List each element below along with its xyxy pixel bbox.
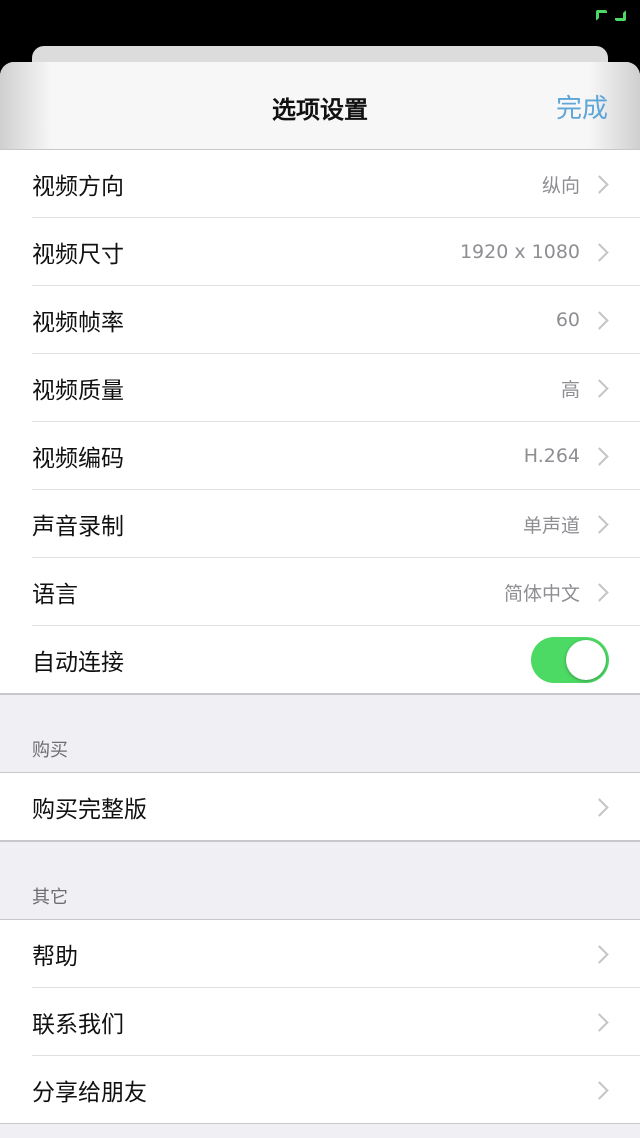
row-value: 高 (560, 378, 580, 401)
row-label: 视频质量 (32, 378, 124, 404)
row-label: 购买完整版 (32, 797, 147, 823)
row-value: 单声道 (522, 514, 580, 537)
row-label: 视频尺寸 (32, 242, 124, 268)
row-label: 联系我们 (32, 1012, 124, 1038)
row-label: 视频帧率 (32, 310, 124, 336)
settings-row-buy-full-version[interactable]: 购买完整版 (0, 773, 640, 841)
toggle-knob (566, 640, 606, 680)
screen-record-icon (596, 8, 626, 22)
chevron-right-icon (590, 514, 609, 534)
settings-row-contact-us[interactable]: 联系我们 (0, 988, 640, 1056)
navigation-bar: 选项设置 完成 (0, 62, 640, 150)
row-label: 视频编码 (32, 446, 124, 472)
chevron-right-icon (590, 944, 609, 964)
settings-row-orientation[interactable]: 视频方向 纵向 (0, 150, 640, 218)
row-label: 声音录制 (32, 514, 124, 540)
section-header-other: 其它 (0, 841, 640, 919)
other-group: 帮助 联系我们 分享给朋友 (0, 919, 640, 1124)
status-bar (0, 0, 640, 46)
chevron-right-icon (590, 797, 609, 817)
settings-row-help[interactable]: 帮助 (0, 920, 640, 988)
row-label: 视频方向 (32, 174, 124, 200)
row-label: 分享给朋友 (32, 1080, 147, 1106)
settings-sheet: 选项设置 完成 视频方向 纵向 视频尺寸 1920 x 1080 视频帧率 60… (0, 62, 640, 1138)
row-value: 简体中文 (503, 582, 580, 605)
chevron-right-icon (590, 1012, 609, 1032)
settings-row-codec[interactable]: 视频编码 H.264 (0, 422, 640, 490)
purchase-group: 购买完整版 (0, 772, 640, 841)
chevron-right-icon (590, 446, 609, 466)
chevron-right-icon (590, 1080, 609, 1100)
row-value: 60 (555, 309, 580, 331)
row-label: 语言 (32, 582, 78, 608)
row-label: 自动连接 (32, 650, 124, 676)
done-button[interactable]: 完成 (556, 88, 608, 125)
row-value: 1920 x 1080 (459, 241, 580, 263)
auto-connect-toggle[interactable] (531, 637, 609, 683)
settings-row-share[interactable]: 分享给朋友 (0, 1056, 640, 1124)
chevron-right-icon (590, 174, 609, 194)
row-label: 帮助 (32, 944, 78, 970)
chevron-right-icon (590, 378, 609, 398)
row-value: H.264 (523, 445, 580, 467)
settings-row-quality[interactable]: 视频质量 高 (0, 354, 640, 422)
settings-row-auto-connect: 自动连接 (0, 626, 640, 694)
chevron-right-icon (590, 582, 609, 602)
settings-row-framerate[interactable]: 视频帧率 60 (0, 286, 640, 354)
section-header-purchase: 购买 (0, 694, 640, 772)
settings-row-size[interactable]: 视频尺寸 1920 x 1080 (0, 218, 640, 286)
section-header-label: 购买 (32, 740, 68, 761)
page-title: 选项设置 (272, 96, 368, 124)
chevron-right-icon (590, 310, 609, 330)
settings-row-language[interactable]: 语言 简体中文 (0, 558, 640, 626)
video-settings-group: 视频方向 纵向 视频尺寸 1920 x 1080 视频帧率 60 视频质量 高 … (0, 150, 640, 694)
chevron-right-icon (590, 242, 609, 262)
section-header-label: 其它 (32, 887, 68, 908)
row-value: 纵向 (541, 174, 580, 197)
settings-row-audio[interactable]: 声音录制 单声道 (0, 490, 640, 558)
